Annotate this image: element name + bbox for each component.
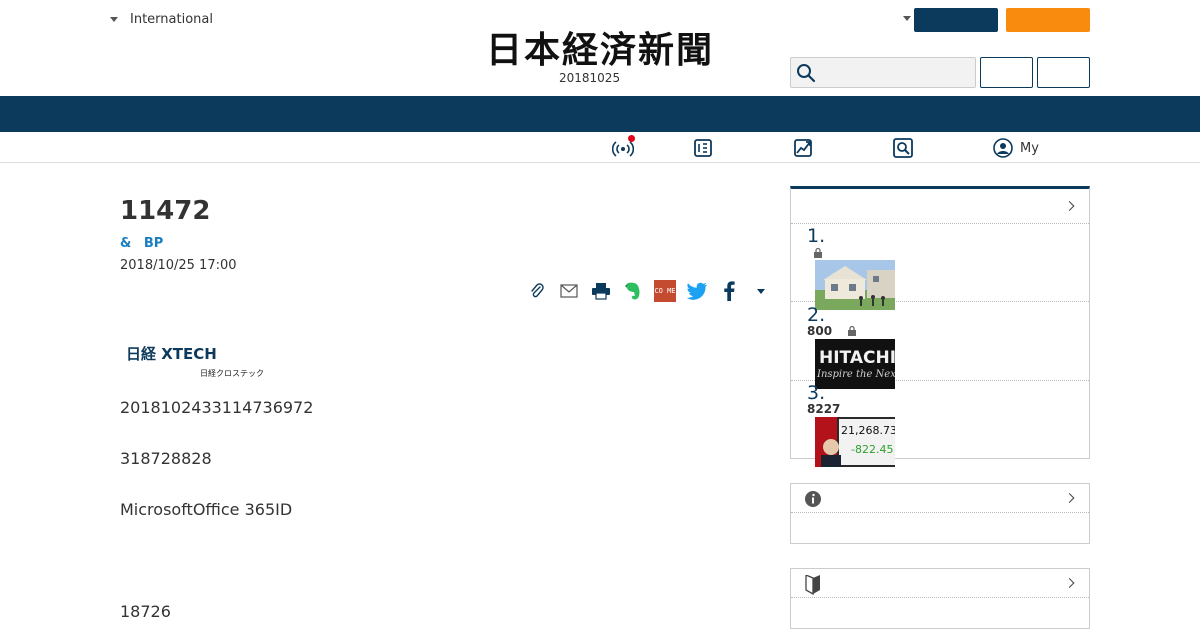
twitter-icon — [686, 282, 707, 300]
share-more-button[interactable] — [750, 280, 772, 302]
caret-down-icon[interactable] — [903, 16, 911, 21]
ranking-item[interactable]: 1. — [791, 224, 1089, 310]
thumb-hitachi-text: HITACHI — [819, 348, 895, 368]
lock-icon — [814, 247, 822, 258]
ranking-item[interactable]: 3. 8227 21,268.73 -822.45 — [791, 381, 1089, 467]
article-paragraph: MicrosoftOffice 365ID — [120, 500, 293, 519]
edition-date: 20181025 — [559, 71, 621, 85]
beginner-box-header[interactable] — [791, 569, 1089, 598]
mail-button[interactable] — [558, 280, 580, 302]
rank-subtitle-text: 8227 — [807, 402, 841, 416]
newspaper-icon — [694, 139, 712, 157]
trial-button[interactable] — [1006, 8, 1090, 32]
sub-navigation: My — [0, 132, 1200, 163]
ranking-box: 1. 2. 800 HITACHI Inspire the Next 3. 82… — [790, 186, 1090, 467]
main-navbar — [0, 96, 1200, 132]
site-header: International 日本経済新聞 20181025 — [0, 0, 1200, 96]
search-input[interactable] — [790, 57, 976, 88]
chevron-right-icon — [1064, 578, 1075, 588]
ranking-thumbnail[interactable]: 21,268.73 -822.45 — [815, 417, 895, 467]
mail-icon — [560, 284, 578, 298]
info-box — [790, 483, 1090, 544]
rank-number: 1. — [807, 225, 826, 247]
thumb-index-value: 21,268.73 — [841, 424, 895, 437]
facebook-button[interactable] — [718, 280, 740, 302]
notification-dot — [628, 135, 635, 142]
ranking-item[interactable]: 2. 800 HITACHI Inspire the Next — [791, 303, 1089, 389]
print-button[interactable] — [590, 280, 612, 302]
chevron-right-icon — [1064, 493, 1075, 503]
article-paragraph: 18726 — [120, 602, 171, 621]
region-selector[interactable]: International — [110, 12, 213, 27]
nav-live[interactable] — [611, 135, 635, 159]
region-label: International — [130, 12, 213, 27]
article-date: 2018/10/25 17:00 — [120, 258, 237, 273]
evernote-icon — [625, 282, 640, 300]
print-icon — [592, 283, 610, 300]
lock-icon — [848, 325, 857, 336]
rank-number: 3. — [807, 382, 826, 404]
beginner-mark-icon — [805, 575, 820, 595]
nav-my[interactable]: My — [992, 137, 1039, 159]
caret-down-icon — [110, 17, 118, 22]
rank-subtitle: 8227 — [807, 402, 840, 416]
user-circle-icon — [993, 138, 1013, 158]
search-icon[interactable] — [796, 63, 816, 83]
share-toolbar: CO ME — [526, 278, 772, 304]
come-icon[interactable]: CO ME — [654, 280, 676, 302]
caret-down-icon — [757, 288, 765, 294]
nav-market[interactable] — [792, 137, 814, 159]
rank-number: 2. — [807, 304, 826, 326]
nav-paper[interactable] — [692, 137, 714, 159]
thumb-hitachi-tagline: Inspire the Next — [816, 369, 895, 380]
thumb-index-change: -822.45 — [851, 443, 893, 456]
market-chart-icon — [794, 139, 812, 157]
article-byline[interactable]: & BP — [120, 236, 163, 251]
chevron-right-icon — [1064, 201, 1075, 211]
rank-subtitle: 800 — [807, 324, 858, 338]
nav-search[interactable] — [892, 137, 914, 159]
logo-text: 日本経済新聞 — [486, 29, 714, 70]
search-article-icon — [893, 138, 913, 158]
article-paragraph: 2018102433114736972 — [120, 398, 314, 417]
ranking-header[interactable] — [791, 189, 1089, 224]
xtech-logo[interactable]: 日経 XTECH 日経クロステック — [126, 338, 276, 380]
article-title: 11472 — [120, 196, 211, 226]
info-box-header[interactable] — [791, 484, 1089, 513]
beginner-box — [790, 568, 1090, 629]
xtech-logo-text: 日経 XTECH — [126, 345, 217, 363]
evernote-button[interactable] — [622, 280, 644, 302]
register-button[interactable] — [1037, 57, 1090, 88]
subscribe-button[interactable] — [914, 8, 998, 32]
rank-subtitle-text: 800 — [807, 324, 833, 338]
nikkei-logo[interactable]: 日本経済新聞 — [450, 26, 750, 70]
clip-icon — [531, 283, 544, 298]
twitter-button[interactable] — [686, 280, 708, 302]
nav-my-label: My — [1020, 140, 1039, 156]
clip-button[interactable] — [526, 280, 548, 302]
xtech-logo-sub: 日経クロステック — [200, 368, 264, 378]
info-icon — [805, 491, 821, 507]
login-button[interactable] — [980, 57, 1033, 88]
facebook-icon — [724, 281, 735, 301]
come-label: CO ME — [654, 287, 676, 295]
article-paragraph: 318728828 — [120, 449, 212, 468]
